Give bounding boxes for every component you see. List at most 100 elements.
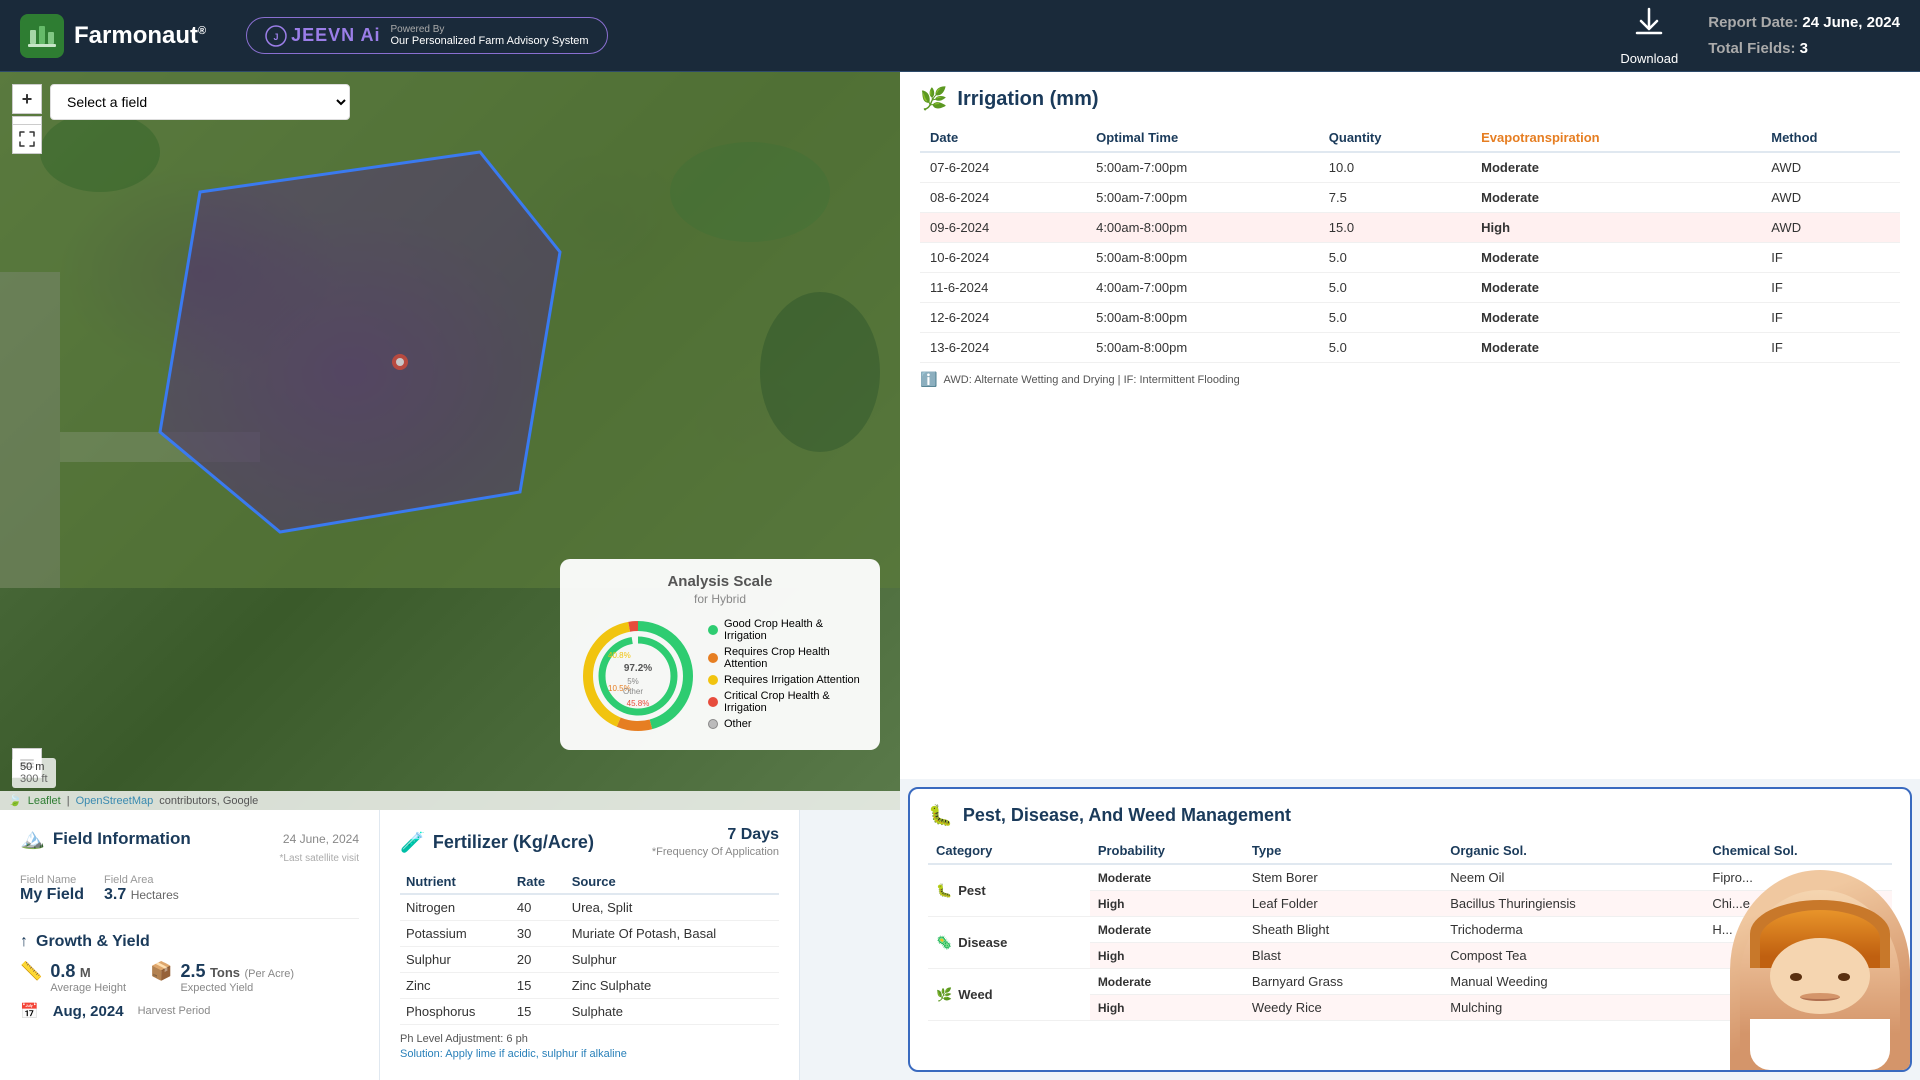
irrigation-panel: 🌿 Irrigation (mm) Date Optimal Time Quan… xyxy=(900,72,1920,779)
logo-icon xyxy=(20,14,64,58)
report-info: Report Date: 24 June, 2024 Total Fields:… xyxy=(1708,10,1900,61)
irr-cell-time: 5:00am-8:00pm xyxy=(1086,243,1319,273)
fertilizer-panel: 🧪 Fertilizer (Kg/Acre) 7 Days *Frequency… xyxy=(380,810,800,1080)
irr-row: 11-6-2024 4:00am-7:00pm 5.0 Moderate IF xyxy=(920,273,1900,303)
field-info-date: 24 June, 2024 xyxy=(283,832,359,846)
irr-col-date: Date xyxy=(920,124,1086,152)
fert-col-nutrient: Nutrient xyxy=(400,870,511,894)
disease-cell-prob: Moderate xyxy=(1090,917,1244,943)
pest-cell-chemical: Chi...e xyxy=(1704,891,1892,917)
irr-cell-evap: Moderate xyxy=(1471,303,1761,333)
scale-title: Analysis Scale xyxy=(578,573,862,590)
harvest-period-row: 📅 Aug, 2024 Harvest Period xyxy=(20,1002,359,1020)
fert-cell-source: Zinc Sulphate xyxy=(566,973,779,999)
irr-cell-evap: Moderate xyxy=(1471,333,1761,363)
irr-col-method: Method xyxy=(1761,124,1900,152)
download-area[interactable]: Download xyxy=(1620,5,1678,66)
weed-cell-prob: High xyxy=(1090,995,1244,1021)
fert-cell-nutrient: Sulphur xyxy=(400,947,511,973)
growth-metrics: 📏 0.8 M Average Height 📦 2.5 Tons (Per A… xyxy=(20,961,359,994)
fullscreen-button[interactable] xyxy=(12,124,42,154)
header-right: Download Report Date: 24 June, 2024 Tota… xyxy=(1620,5,1900,66)
fert-header: 🧪 Fertilizer (Kg/Acre) 7 Days *Frequency… xyxy=(400,826,779,858)
weed-cell-organic: Manual Weeding xyxy=(1442,969,1704,995)
weed-cell-prob: Moderate xyxy=(1090,969,1244,995)
pest-cell-organic: Bacillus Thuringiensis xyxy=(1442,891,1704,917)
irr-cell-time: 5:00am-7:00pm xyxy=(1086,183,1319,213)
pest-table-body: 🐛 Pest Moderate Stem Borer Neem Oil Fipr… xyxy=(928,864,1892,1021)
pest-cell-prob: Moderate xyxy=(1090,864,1244,891)
pest-col-chemical: Chemical Sol. xyxy=(1704,838,1892,864)
pest-row: 🐛 Pest Moderate Stem Borer Neem Oil Fipr… xyxy=(928,864,1892,891)
pest-cell-type: Leaf Folder xyxy=(1244,891,1442,917)
main-content: + − Select a field 50 m 300 ft xyxy=(0,72,1920,1080)
fertilizer-table-body: Nitrogen 40 Urea, Split Potassium 30 Mur… xyxy=(400,894,779,1025)
weed-cell-organic: Mulching xyxy=(1442,995,1704,1021)
zoom-in-button[interactable]: + xyxy=(12,84,42,114)
scale-subtitle: for Hybrid xyxy=(578,592,862,606)
map-scale-bar: 50 m 300 ft xyxy=(12,758,56,788)
legend-irr-attention: Requires Irrigation Attention xyxy=(708,674,862,686)
irr-cell-method: IF xyxy=(1761,243,1900,273)
irr-cell-evap: High xyxy=(1471,213,1761,243)
jeevn-subtitle: Powered By Our Personalized Farm Advisor… xyxy=(391,24,589,47)
fertilizer-table: Nutrient Rate Source Nitrogen 40 Urea, S… xyxy=(400,870,779,1025)
irr-cell-qty: 5.0 xyxy=(1319,303,1471,333)
fert-cell-source: Muriate Of Potash, Basal xyxy=(566,921,779,947)
irr-col-qty: Quantity xyxy=(1319,124,1471,152)
fert-cell-nutrient: Phosphorus xyxy=(400,999,511,1025)
legend-dot-irr xyxy=(708,675,718,685)
fert-cell-source: Urea, Split xyxy=(566,894,779,921)
irr-cell-qty: 5.0 xyxy=(1319,273,1471,303)
irr-cell-date: 09-6-2024 xyxy=(920,213,1086,243)
weed-cell-type: Weedy Rice xyxy=(1244,995,1442,1021)
field-select-dropdown[interactable]: Select a field xyxy=(50,84,350,120)
fert-cell-nutrient: Zinc xyxy=(400,973,511,999)
expected-yield-metric: 📦 2.5 Tons (Per Acre) Expected Yield xyxy=(150,961,294,994)
avg-height-metric: 📏 0.8 M Average Height xyxy=(20,961,126,994)
bottom-panels: 🏔️ Field Information 24 June, 2024 *Last… xyxy=(0,810,900,1080)
irr-cell-date: 10-6-2024 xyxy=(920,243,1086,273)
irr-footer: ℹ️ AWD: Alternate Wetting and Drying | I… xyxy=(920,371,1900,388)
map-attribution: 🍃 Leaflet | OpenStreetMap contributors, … xyxy=(0,791,900,810)
irr-row: 07-6-2024 5:00am-7:00pm 10.0 Moderate AW… xyxy=(920,152,1900,183)
fert-cell-nutrient: Nitrogen xyxy=(400,894,511,921)
weed-cell-chemical xyxy=(1704,995,1892,1021)
svg-text:40.8%: 40.8% xyxy=(608,651,631,660)
growth-yield-title: ↑ Growth & Yield xyxy=(20,933,359,951)
map-container[interactable]: + − Select a field 50 m 300 ft xyxy=(0,72,900,810)
fert-cell-source: Sulphate xyxy=(566,999,779,1025)
svg-text:5%: 5% xyxy=(627,677,639,686)
irr-cell-method: IF xyxy=(1761,333,1900,363)
irr-cell-date: 13-6-2024 xyxy=(920,333,1086,363)
irr-cell-method: AWD xyxy=(1761,183,1900,213)
irr-cell-time: 4:00am-7:00pm xyxy=(1086,273,1319,303)
pest-cell-chemical: Fipro... xyxy=(1704,864,1892,891)
pest-col-organic: Organic Sol. xyxy=(1442,838,1704,864)
right-section: 🌿 Irrigation (mm) Date Optimal Time Quan… xyxy=(900,72,1920,1080)
irr-cell-method: IF xyxy=(1761,303,1900,333)
legend-dot-crop xyxy=(708,653,718,663)
fert-frequency: 7 Days *Frequency Of Application xyxy=(652,826,779,858)
pest-cell-type: Stem Borer xyxy=(1244,864,1442,891)
legend-dot-good xyxy=(708,625,718,635)
download-icon xyxy=(1631,5,1667,49)
pest-cell-category: 🐛 Pest xyxy=(928,864,1090,917)
disease-cell-organic: Trichoderma xyxy=(1442,917,1704,943)
analysis-scale-panel: Analysis Scale for Hybrid xyxy=(560,559,880,750)
field-area-item: Field Area 3.7 Hectares xyxy=(104,874,179,904)
legend-good: Good Crop Health & Irrigation xyxy=(708,618,862,642)
disease-cell-type: Blast xyxy=(1244,943,1442,969)
pest-disease-panel: 🐛 Pest, Disease, And Weed Management Cat… xyxy=(908,787,1912,1072)
irr-cell-date: 12-6-2024 xyxy=(920,303,1086,333)
irr-cell-method: AWD xyxy=(1761,152,1900,183)
irr-cell-time: 5:00am-7:00pm xyxy=(1086,152,1319,183)
jeevn-brand-text: JEEVN Ai xyxy=(291,25,380,46)
weed-cell-chemical xyxy=(1704,969,1892,995)
fert-row: Nitrogen 40 Urea, Split xyxy=(400,894,779,921)
app-header: Farmonaut® J JEEVN Ai Powered By Our Per… xyxy=(0,0,1920,72)
irr-cell-evap: Moderate xyxy=(1471,152,1761,183)
scale-legend: Good Crop Health & Irrigation Requires C… xyxy=(708,618,862,734)
irr-cell-qty: 15.0 xyxy=(1319,213,1471,243)
disease-cell-prob: High xyxy=(1090,943,1244,969)
